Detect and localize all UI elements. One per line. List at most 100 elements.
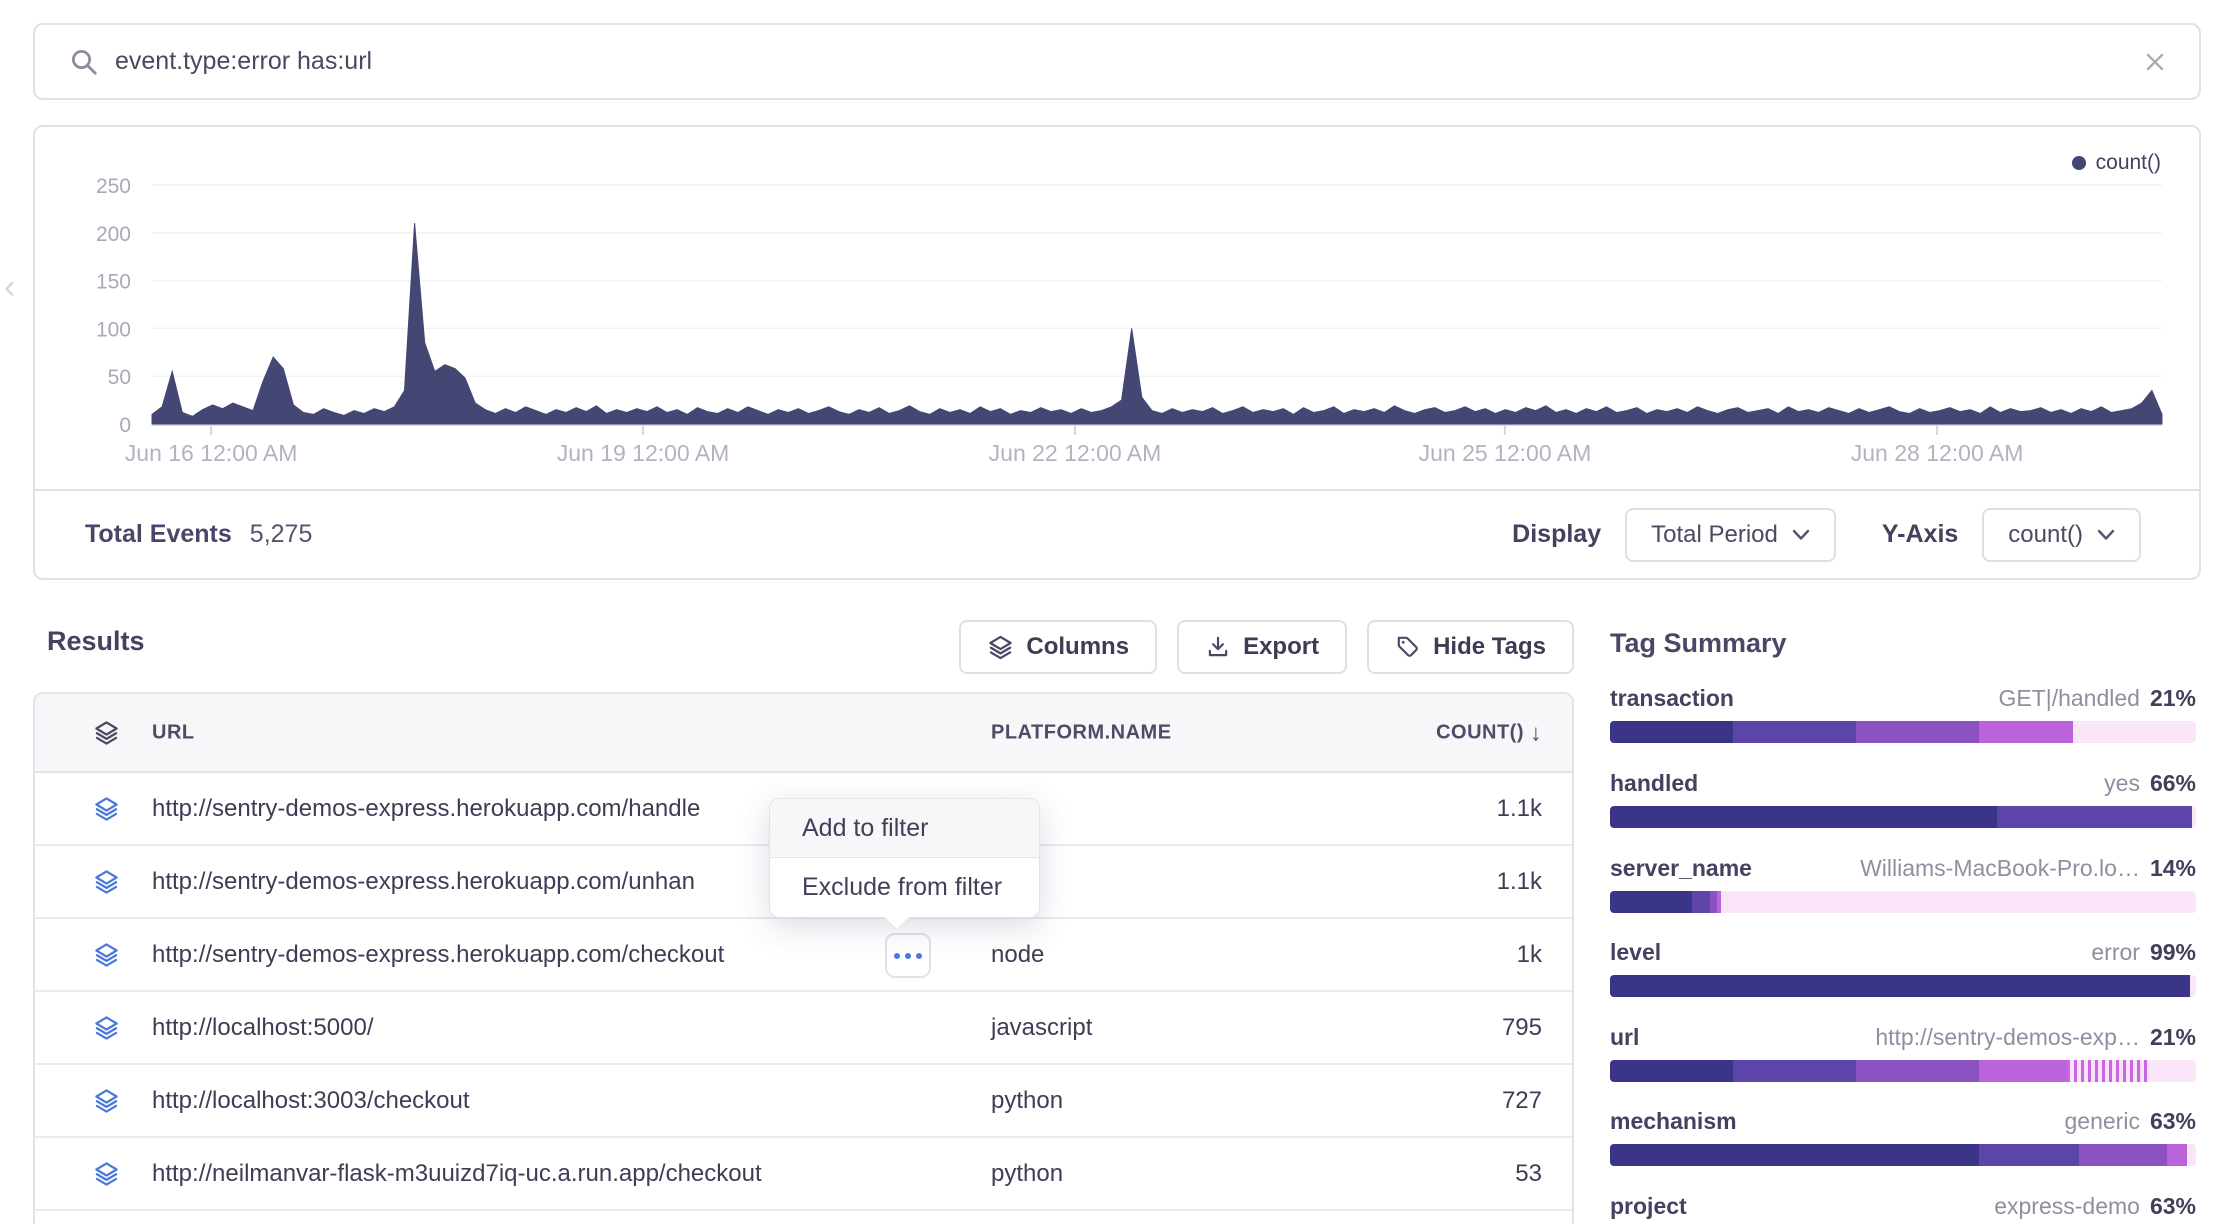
- table-header: URL PLATFORM.NAME COUNT() ↓: [35, 694, 1572, 773]
- export-button[interactable]: Export: [1177, 620, 1347, 674]
- url-cell[interactable]: http://sentry-demos-express.herokuapp.co…: [152, 795, 700, 823]
- results-toolbar: Columns Export Hide Tags: [959, 620, 1574, 674]
- chevron-down-icon: [1792, 529, 1810, 541]
- search-input[interactable]: [115, 47, 2141, 76]
- tag-top-value: Williams-MacBook-Pro.lo…: [1860, 855, 2140, 882]
- platform-cell[interactable]: javascript: [991, 1014, 1092, 1042]
- tag-distribution-bar[interactable]: [1610, 891, 2196, 913]
- tag-row-url: url http://sentry-demos-exp… 21%: [1610, 1024, 2196, 1082]
- tag-distribution-bar[interactable]: [1610, 975, 2196, 997]
- count-cell[interactable]: 53: [1515, 1160, 1542, 1188]
- tag-top-pct: 66%: [2150, 770, 2196, 797]
- url-cell[interactable]: http://sentry-demos-express.herokuapp.co…: [152, 868, 695, 896]
- menu-item-add-to-filter[interactable]: Add to filter: [770, 799, 1039, 858]
- platform-cell[interactable]: python: [991, 1160, 1063, 1188]
- stack-icon[interactable]: [93, 941, 120, 968]
- display-dropdown[interactable]: Total Period: [1625, 508, 1836, 562]
- tag-top-value: GET|/handled: [1998, 685, 2140, 712]
- table-row[interactable]: http://neilmanvar-flask-m3uuizd7iq-uc.a.…: [35, 1138, 1572, 1211]
- tag-row-mechanism: mechanism generic 63%: [1610, 1108, 2196, 1166]
- svg-text:Jun 16 12:00 AM: Jun 16 12:00 AM: [125, 440, 298, 466]
- url-cell[interactable]: http://sentry-demos-express.herokuapp.co…: [152, 941, 724, 969]
- yaxis-dropdown-value: count(): [2008, 521, 2083, 549]
- tag-distribution-bar[interactable]: [1610, 806, 2196, 828]
- tag-distribution-bar[interactable]: [1610, 1060, 2196, 1082]
- tag-top-value: http://sentry-demos-exp…: [1875, 1024, 2140, 1051]
- tag-distribution-bar[interactable]: [1610, 1144, 2196, 1166]
- tag-top-value: yes: [2104, 770, 2140, 797]
- download-icon: [1205, 634, 1231, 660]
- count-cell[interactable]: 795: [1502, 1014, 1542, 1042]
- yaxis-dropdown[interactable]: count(): [1982, 508, 2141, 562]
- menu-item-exclude-from-filter[interactable]: Exclude from filter: [770, 858, 1039, 917]
- events-chart-panel: 050100150200250Jun 16 12:00 AMJun 19 12:…: [33, 125, 2201, 580]
- platform-cell[interactable]: node: [991, 941, 1044, 969]
- column-header-platform[interactable]: PLATFORM.NAME: [991, 721, 1172, 744]
- panel-collapse-handle[interactable]: ‹: [4, 268, 15, 307]
- url-cell[interactable]: http://localhost:3003/checkout: [152, 1087, 470, 1115]
- tag-distribution-bar[interactable]: [1610, 721, 2196, 743]
- cell-actions-button[interactable]: [885, 933, 931, 978]
- ellipsis-icon: [916, 953, 922, 959]
- sort-desc-icon: ↓: [1530, 719, 1542, 746]
- hide-tags-button[interactable]: Hide Tags: [1367, 620, 1574, 674]
- tag-row-project: project express-demo 63%: [1610, 1193, 2196, 1224]
- discover-page: ‹ 050100150200250Jun 16 12:00 AMJun 19 1…: [0, 0, 2234, 1224]
- svg-text:50: 50: [108, 366, 131, 389]
- tag-top-pct: 14%: [2150, 855, 2196, 882]
- count-cell[interactable]: 1.1k: [1497, 795, 1542, 823]
- tag-top-pct: 21%: [2150, 685, 2196, 712]
- legend-label: count(): [2096, 151, 2161, 175]
- search-bar: [33, 23, 2201, 100]
- display-dropdown-value: Total Period: [1651, 521, 1778, 549]
- legend-dot: [2072, 156, 2086, 170]
- total-events-value: 5,275: [250, 520, 313, 549]
- yaxis-label: Y-Axis: [1882, 520, 1958, 549]
- ellipsis-icon: [894, 953, 900, 959]
- columns-button[interactable]: Columns: [959, 620, 1157, 674]
- table-row[interactable]: http://sentry-demos-express.herokuapp.co…: [35, 919, 1572, 992]
- stack-icon[interactable]: [93, 1014, 120, 1041]
- stack-icon[interactable]: [93, 1087, 120, 1114]
- stack-icon: [987, 634, 1014, 661]
- stack-icon[interactable]: [93, 1160, 120, 1187]
- count-cell[interactable]: 1k: [1517, 941, 1542, 969]
- platform-cell[interactable]: python: [991, 1087, 1063, 1115]
- tag-top-pct: 63%: [2150, 1193, 2196, 1220]
- svg-text:Jun 19 12:00 AM: Jun 19 12:00 AM: [557, 440, 730, 466]
- count-cell[interactable]: 727: [1502, 1087, 1542, 1115]
- column-header-count[interactable]: COUNT() ↓: [1436, 719, 1542, 746]
- events-area-chart: 050100150200250Jun 16 12:00 AMJun 19 12:…: [35, 127, 2199, 491]
- clear-search-icon[interactable]: [2141, 48, 2169, 76]
- stack-icon[interactable]: [93, 719, 120, 746]
- results-title: Results: [47, 626, 145, 657]
- tag-top-value: generic: [2065, 1108, 2140, 1135]
- tag-name: server_name: [1610, 855, 1752, 882]
- count-header-label: COUNT(): [1436, 721, 1524, 744]
- tag-top-pct: 21%: [2150, 1024, 2196, 1051]
- tag-top-pct: 99%: [2150, 939, 2196, 966]
- tag-name: url: [1610, 1024, 1639, 1051]
- count-cell[interactable]: 1.1k: [1497, 868, 1542, 896]
- tag-name: project: [1610, 1193, 1687, 1220]
- url-cell[interactable]: http://localhost:5000/: [152, 1014, 373, 1042]
- tag-row-handled: handled yes 66%: [1610, 770, 2196, 828]
- search-icon: [69, 47, 99, 77]
- columns-button-label: Columns: [1026, 633, 1129, 661]
- table-row: [35, 1211, 1572, 1224]
- tag-name: transaction: [1610, 685, 1734, 712]
- tag-name: handled: [1610, 770, 1698, 797]
- display-label: Display: [1512, 520, 1601, 549]
- svg-text:200: 200: [96, 223, 131, 246]
- url-cell[interactable]: http://neilmanvar-flask-m3uuizd7iq-uc.a.…: [152, 1160, 762, 1188]
- tag-name: mechanism: [1610, 1108, 1737, 1135]
- stack-icon[interactable]: [93, 868, 120, 895]
- table-row[interactable]: http://localhost:5000/ javascript 795: [35, 992, 1572, 1065]
- svg-text:Jun 28 12:00 AM: Jun 28 12:00 AM: [1851, 440, 2024, 466]
- tag-summary: Tag Summary transaction GET|/handled 21%…: [1610, 628, 2196, 1224]
- stack-icon[interactable]: [93, 795, 120, 822]
- table-row[interactable]: http://localhost:3003/checkout python 72…: [35, 1065, 1572, 1138]
- tag-top-value: express-demo: [1994, 1193, 2140, 1220]
- column-header-url[interactable]: URL: [152, 721, 195, 744]
- chart-legend[interactable]: count(): [2072, 151, 2161, 175]
